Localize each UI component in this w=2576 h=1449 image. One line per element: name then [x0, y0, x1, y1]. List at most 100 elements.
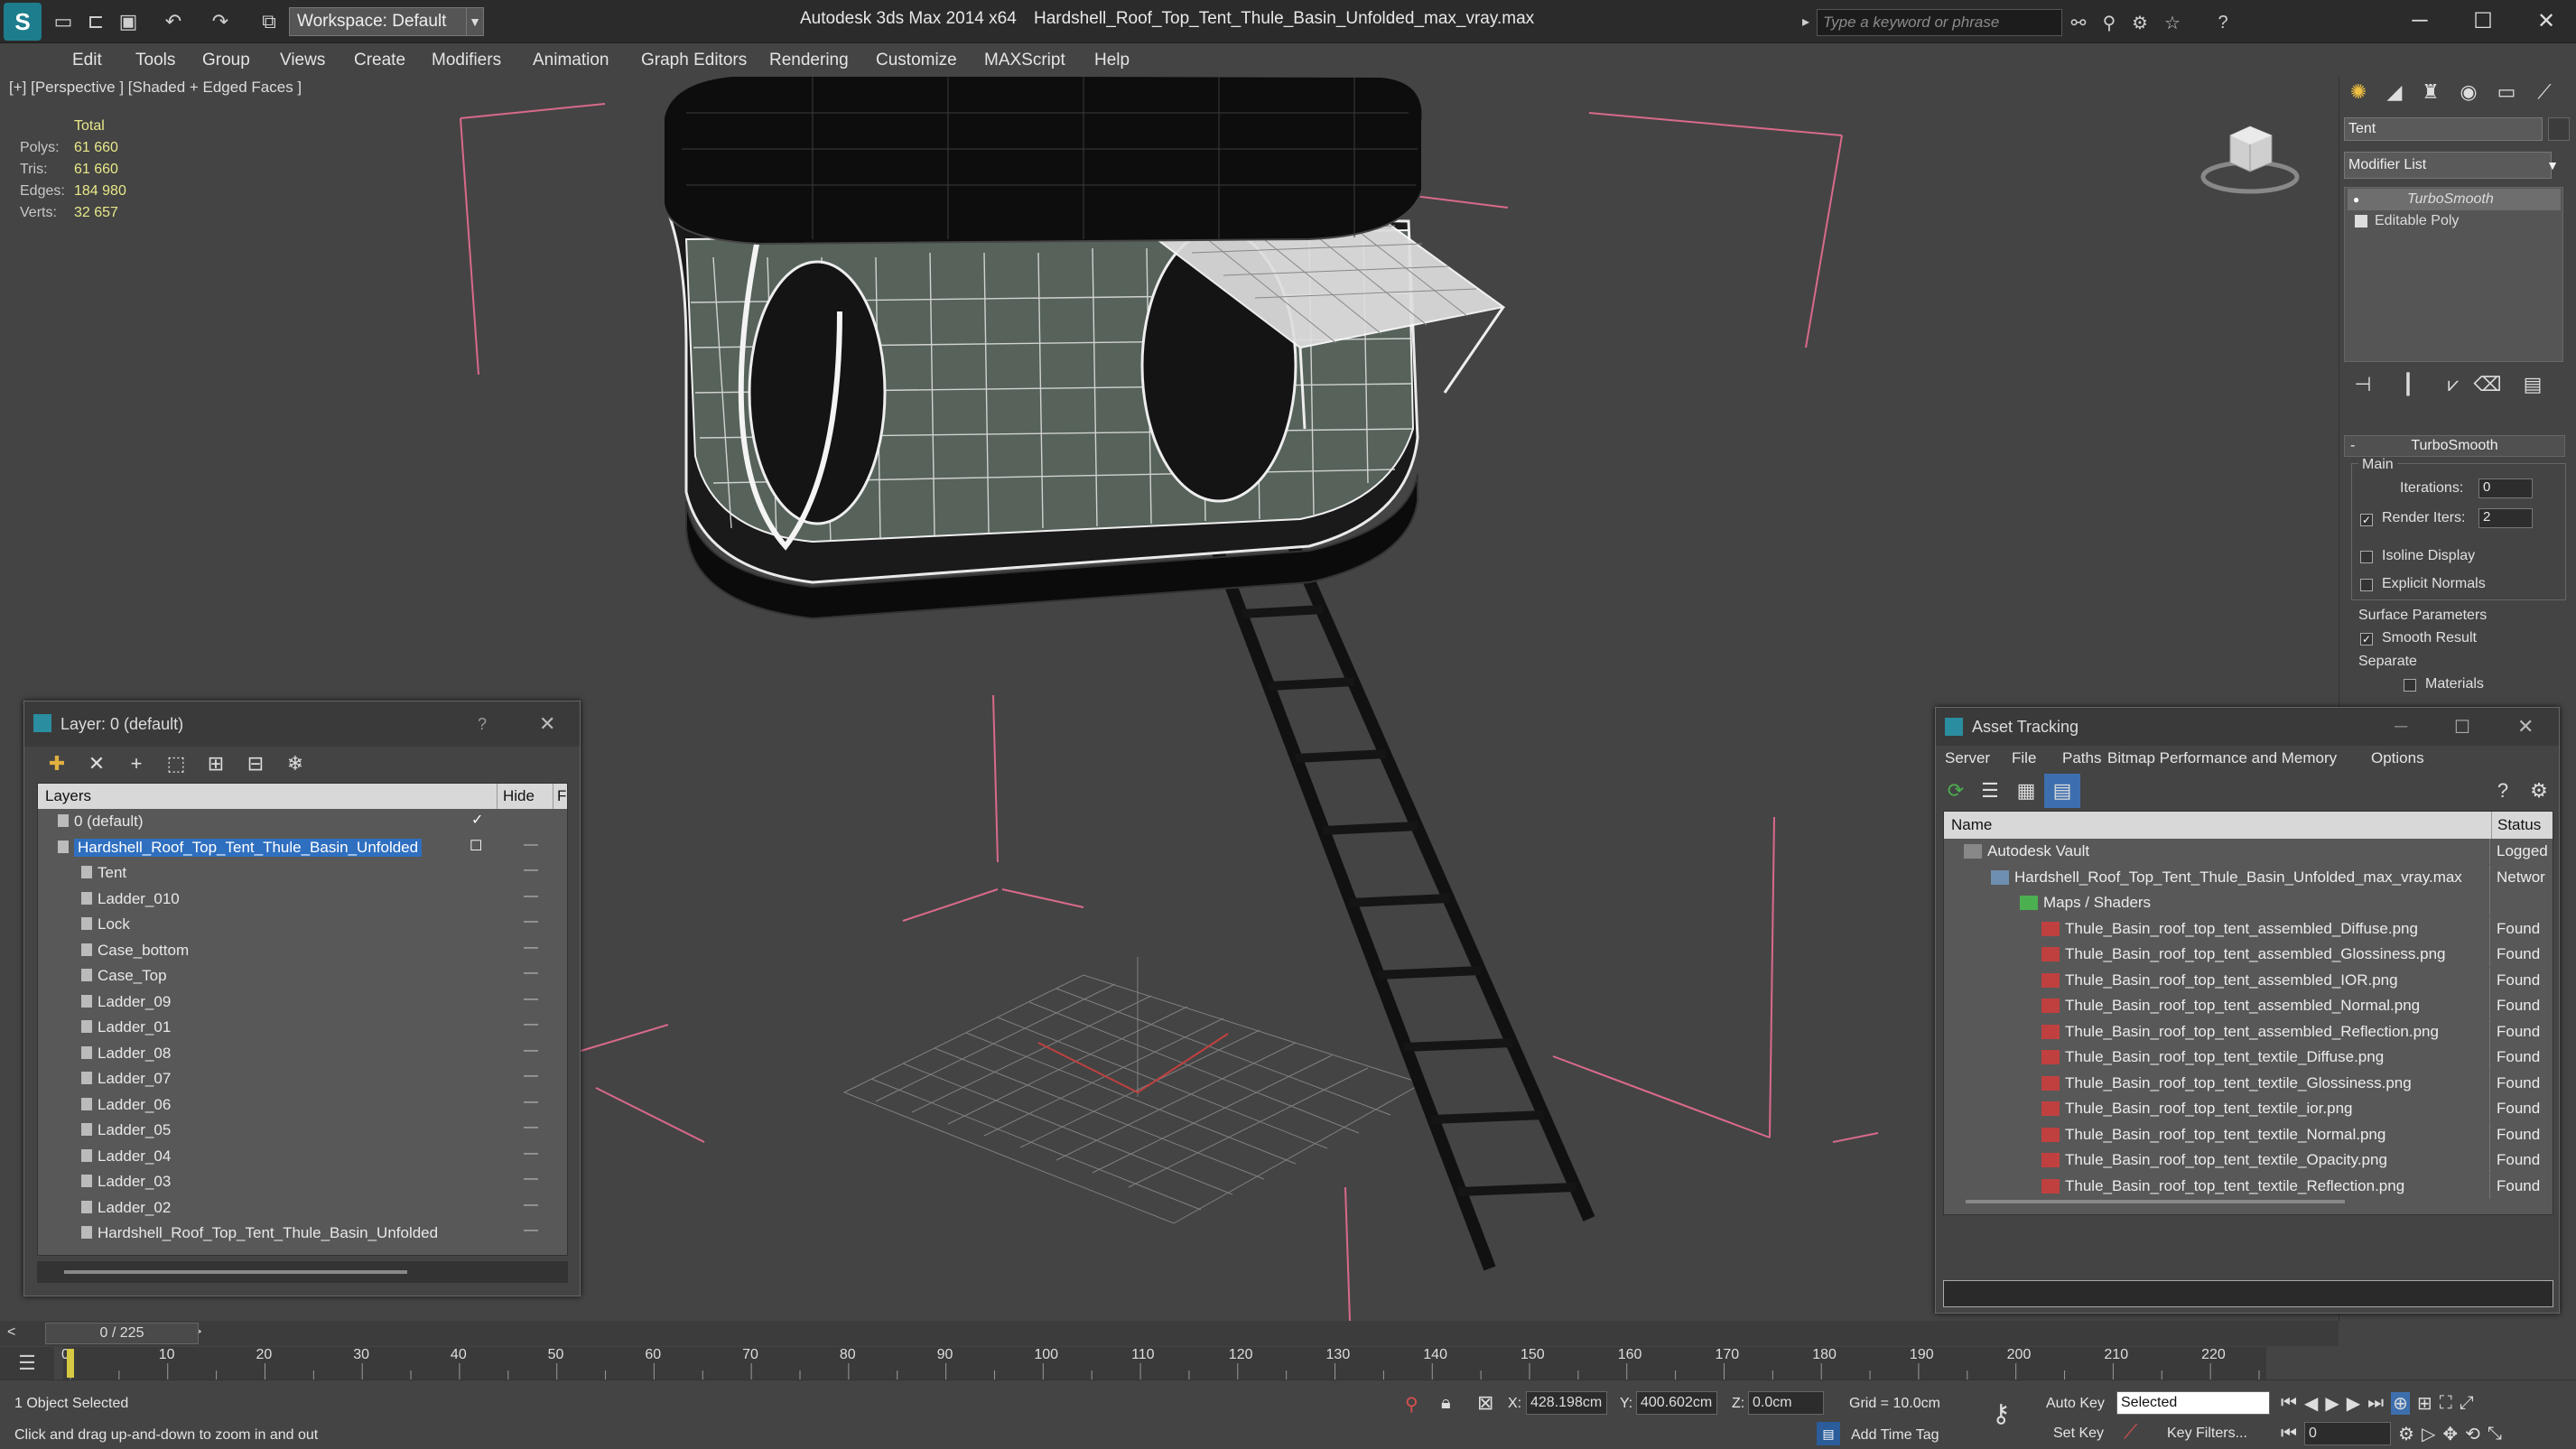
lightbulb-icon[interactable]: ●	[2353, 193, 2371, 206]
object-row[interactable]: Ladder_06— —	[38, 1092, 567, 1119]
object-row[interactable]: Case_bottom — —	[38, 938, 567, 964]
y-coordinate-field[interactable]: 400.602cm	[1636, 1391, 1717, 1415]
mini-curve-editor-icon[interactable]: ☰	[0, 1347, 54, 1379]
create-layer-icon[interactable]: ✚	[39, 747, 75, 781]
search-input[interactable]: Type a keyword or phrase	[1817, 9, 2062, 36]
close-window-icon[interactable]: ✕	[2521, 5, 2571, 36]
hide-toggle-icon[interactable]: —	[524, 940, 538, 956]
auto-key-button[interactable]: Auto Key	[2046, 1396, 2105, 1412]
add-to-layer-icon[interactable]: +	[118, 747, 154, 781]
col-name[interactable]: Name	[1951, 816, 1992, 834]
asset-hscrollbar[interactable]	[1966, 1200, 2345, 1203]
menu-maxscript[interactable]: MAXScript	[984, 44, 1065, 77]
col-hide[interactable]: Hide	[497, 784, 535, 809]
zoom-icon[interactable]: ⊕	[2391, 1391, 2410, 1415]
binoculars-icon[interactable]: ⚯	[2066, 11, 2091, 34]
time-slider-track[interactable]: < >	[0, 1321, 2339, 1346]
object-row[interactable]: Ladder_09— —	[38, 989, 567, 1016]
maximize-window-icon[interactable]: ☐	[2458, 5, 2508, 36]
asset-row[interactable]: Thule_Basin_roof_top_tent_assembled_IOR.…	[1944, 967, 2553, 994]
hide-toggle-icon[interactable]: —	[524, 991, 538, 1008]
layer-close-icon[interactable]: ✕	[539, 712, 555, 736]
menu-customize[interactable]: Customize	[876, 44, 957, 77]
hide-toggle-icon[interactable]: —	[524, 1197, 538, 1213]
play-icon[interactable]: ▶︎	[2325, 1392, 2339, 1415]
minimize-window-icon[interactable]: ─	[2395, 5, 2445, 36]
object-row[interactable]: Lock — —	[38, 912, 567, 938]
open-file-icon[interactable]: ⊏	[83, 9, 108, 34]
table-view-icon[interactable]: ▤	[2044, 774, 2080, 808]
asset-menu-server[interactable]: Server	[1945, 749, 1990, 767]
favorites-star-icon[interactable]: ☆	[2160, 11, 2185, 34]
menu-views[interactable]: Views	[280, 44, 325, 77]
help-icon[interactable]: ?	[2210, 11, 2236, 34]
asset-menu-file[interactable]: File	[2012, 749, 2036, 767]
explicit-normals-checkbox[interactable]	[2360, 579, 2373, 591]
undo-icon[interactable]: ↶	[161, 9, 186, 34]
project-folder-icon[interactable]: ⧉	[256, 9, 282, 34]
hide-toggle-icon[interactable]: ☐	[470, 837, 482, 855]
time-tag-icon[interactable]: ▤	[1817, 1422, 1840, 1445]
asset-row[interactable]: Thule_Basin_roof_top_tent_assembled_Refl…	[1944, 1018, 2553, 1045]
asset-row[interactable]: Autodesk Vault Logged	[1944, 839, 2553, 865]
add-time-tag[interactable]: Add Time Tag	[1851, 1427, 1939, 1444]
time-config-icon[interactable]: ⚙	[2398, 1423, 2414, 1445]
new-file-icon[interactable]: ▭	[51, 9, 76, 34]
object-row[interactable]: Ladder_03— —	[38, 1169, 567, 1195]
modifier-list-arrow-icon[interactable]: ▼	[2539, 152, 2566, 179]
hide-toggle-icon[interactable]: —	[524, 1146, 538, 1162]
asset-settings-icon[interactable]: ⚙	[2521, 774, 2557, 808]
object-row[interactable]: Ladder_05— —	[38, 1118, 567, 1144]
select-objects-icon[interactable]: ⬚	[158, 747, 194, 781]
freeze-all-icon[interactable]: ❄	[277, 747, 313, 781]
hide-toggle-icon[interactable]: —	[524, 1043, 538, 1059]
current-frame-field[interactable]: 0	[2304, 1422, 2391, 1445]
layer-row[interactable]: 0 (default) ✓	[38, 809, 567, 835]
maximize-viewport-icon[interactable]: ⤢	[2460, 1393, 2474, 1414]
asset-row[interactable]: Thule_Basin_roof_top_tent_textile_Diffus…	[1944, 1045, 2553, 1071]
asset-minimize-icon[interactable]: ─	[2395, 717, 2407, 738]
menu-help[interactable]: Help	[1094, 44, 1130, 77]
hierarchy-tab-icon[interactable]: ♜	[2414, 76, 2447, 108]
layer-help-icon[interactable]: ?	[478, 715, 487, 734]
menu-group[interactable]: Group	[202, 44, 250, 77]
layer-row[interactable]: Hardshell_Roof_Top_Tent_Thule_Basin_Unfo…	[38, 835, 567, 861]
refresh-icon[interactable]: ⟳	[1939, 774, 1972, 808]
object-row[interactable]: Ladder_07— —	[38, 1066, 567, 1092]
hide-toggle-icon[interactable]: —	[524, 1222, 538, 1239]
go-to-end-icon[interactable]: ⏭	[2367, 1393, 2384, 1414]
hide-toggle-icon[interactable]: —	[524, 1171, 538, 1187]
asset-dialog-titlebar[interactable]: Asset Tracking ─ ☐ ✕	[1936, 708, 2559, 746]
stack-item-turbosmooth[interactable]: ● TurboSmooth	[2348, 189, 2561, 210]
z-coordinate-field[interactable]: 0.0cm	[1748, 1391, 1824, 1415]
pan-view-icon[interactable]: ✥	[2442, 1423, 2458, 1445]
menu-tools[interactable]: Tools	[135, 44, 175, 77]
set-key-button[interactable]: Set Key	[2053, 1426, 2104, 1442]
asset-maximize-icon[interactable]: ☐	[2454, 716, 2470, 738]
object-name-field[interactable]: Tent	[2344, 117, 2543, 141]
object-row[interactable]: Ladder_08— —	[38, 1041, 567, 1067]
hide-all-icon[interactable]: ⊟	[237, 747, 274, 781]
communication-icon[interactable]: ⚙	[2127, 11, 2153, 34]
subscription-icon[interactable]: ⚲	[2097, 11, 2122, 34]
asset-row[interactable]: Maps / Shaders	[1944, 890, 2553, 916]
asset-row[interactable]: Thule_Basin_roof_top_tent_assembled_Diff…	[1944, 915, 2553, 943]
zoom-all-icon[interactable]: ⊞	[2417, 1392, 2432, 1415]
set-keys-icon[interactable]: ⟋	[2124, 1420, 2137, 1444]
layer-hscrollbar[interactable]	[37, 1261, 568, 1283]
asset-row[interactable]: Thule_Basin_roof_top_tent_textile_Normal…	[1944, 1121, 2553, 1148]
hide-toggle-icon[interactable]: —	[524, 837, 538, 853]
active-layer-check-icon[interactable]: ✓	[471, 811, 483, 829]
redo-icon[interactable]: ↷	[208, 9, 233, 34]
selection-lock-icon[interactable]: 🔒︎	[1441, 1393, 1451, 1414]
asset-row[interactable]: Thule_Basin_roof_top_tent_textile_Opacit…	[1944, 1147, 2553, 1174]
asset-row[interactable]: Thule_Basin_roof_top_tent_textile_Glossi…	[1944, 1070, 2553, 1097]
field-of-view-icon[interactable]: ▷	[2422, 1423, 2435, 1445]
render-iters-spinner[interactable]: 2	[2478, 508, 2533, 528]
menu-graph-editors[interactable]: Graph Editors	[641, 44, 747, 77]
motion-tab-icon[interactable]: ◉	[2452, 76, 2485, 108]
pin-stack-icon[interactable]: ⊣	[2348, 369, 2378, 400]
rollout-collapse-icon[interactable]: -	[2350, 438, 2355, 454]
viewport-label[interactable]: [+] [Perspective ] [Shaded + Edged Faces…	[9, 79, 302, 97]
asset-row[interactable]: Thule_Basin_roof_top_tent_assembled_Norm…	[1944, 993, 2553, 1019]
